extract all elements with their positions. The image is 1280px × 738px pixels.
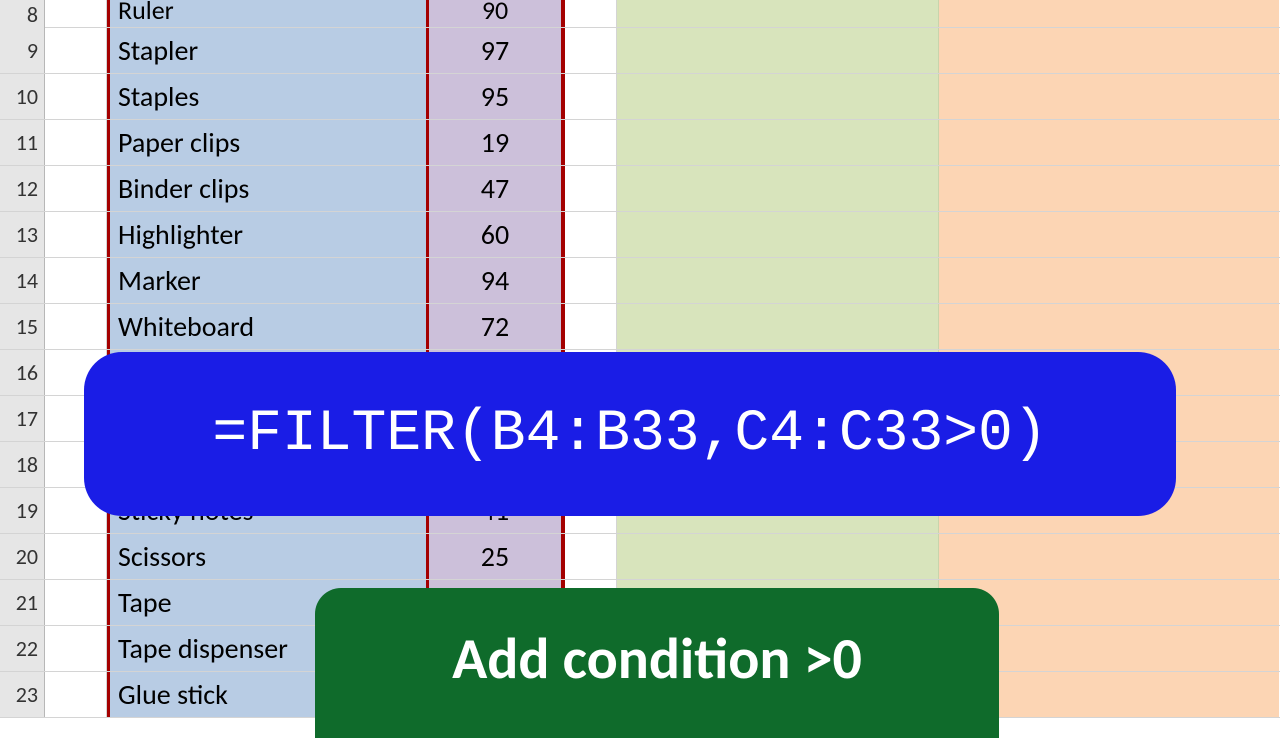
cell-col-a[interactable] xyxy=(45,580,107,625)
cell-col-f[interactable] xyxy=(939,166,1279,211)
cell-item[interactable]: Stapler xyxy=(107,28,429,73)
row-header[interactable]: 9 xyxy=(0,28,45,73)
cell-col-e[interactable] xyxy=(617,28,939,73)
cell-col-e[interactable] xyxy=(617,534,939,579)
cell-col-e[interactable] xyxy=(617,304,939,349)
row-header[interactable]: 20 xyxy=(0,534,45,579)
cell-col-d[interactable] xyxy=(565,212,617,257)
table-row[interactable]: 14 Marker94 xyxy=(0,258,1280,304)
table-row[interactable]: 9 Stapler97 xyxy=(0,28,1280,74)
row-header[interactable]: 17 xyxy=(0,396,45,441)
cell-col-d[interactable] xyxy=(565,0,617,27)
cell-qty[interactable]: 95 xyxy=(429,74,565,119)
cell-col-f[interactable] xyxy=(939,534,1279,579)
cell-item[interactable]: Whiteboard xyxy=(107,304,429,349)
table-row[interactable]: 15 Whiteboard72 xyxy=(0,304,1280,350)
cell-col-e[interactable] xyxy=(617,120,939,165)
cell-qty[interactable]: 60 xyxy=(429,212,565,257)
formula-overlay: =FILTER(B4:B33,C4:C33>0) xyxy=(84,352,1176,516)
cell-col-e[interactable] xyxy=(617,258,939,303)
row-header[interactable]: 13 xyxy=(0,212,45,257)
cell-item[interactable]: Marker xyxy=(107,258,429,303)
tip-overlay: Add condition >0 xyxy=(315,588,999,738)
cell-col-d[interactable] xyxy=(565,304,617,349)
cell-col-e[interactable] xyxy=(617,166,939,211)
cell-qty[interactable]: 94 xyxy=(429,258,565,303)
cell-col-d[interactable] xyxy=(565,534,617,579)
row-header[interactable]: 22 xyxy=(0,626,45,671)
row-header[interactable]: 18 xyxy=(0,442,45,487)
cell-col-e[interactable] xyxy=(617,74,939,119)
cell-col-a[interactable] xyxy=(45,28,107,73)
cell-item[interactable]: Paper clips xyxy=(107,120,429,165)
row-header[interactable]: 23 xyxy=(0,672,45,717)
row-header[interactable]: 12 xyxy=(0,166,45,211)
cell-qty[interactable]: 72 xyxy=(429,304,565,349)
cell-qty[interactable]: 47 xyxy=(429,166,565,211)
row-header[interactable]: 19 xyxy=(0,488,45,533)
table-row[interactable]: 8 Ruler90 xyxy=(0,0,1280,28)
row-header[interactable]: 11 xyxy=(0,120,45,165)
cell-col-f[interactable] xyxy=(939,74,1279,119)
cell-col-a[interactable] xyxy=(45,0,107,27)
cell-col-f[interactable] xyxy=(939,258,1279,303)
cell-item[interactable]: Binder clips xyxy=(107,166,429,211)
cell-item[interactable]: Staples xyxy=(107,74,429,119)
cell-col-d[interactable] xyxy=(565,120,617,165)
table-row[interactable]: 11 Paper clips19 xyxy=(0,120,1280,166)
cell-item[interactable]: Highlighter xyxy=(107,212,429,257)
cell-col-e[interactable] xyxy=(617,212,939,257)
table-row[interactable]: 12 Binder clips47 xyxy=(0,166,1280,212)
cell-col-f[interactable] xyxy=(939,120,1279,165)
cell-col-a[interactable] xyxy=(45,166,107,211)
cell-qty[interactable]: 19 xyxy=(429,120,565,165)
row-header[interactable]: 14 xyxy=(0,258,45,303)
cell-qty[interactable]: 90 xyxy=(429,0,565,27)
cell-col-a[interactable] xyxy=(45,534,107,579)
row-header[interactable]: 10 xyxy=(0,74,45,119)
cell-col-d[interactable] xyxy=(565,74,617,119)
tip-text: Add condition >0 xyxy=(452,623,862,694)
cell-col-d[interactable] xyxy=(565,166,617,211)
cell-col-a[interactable] xyxy=(45,212,107,257)
cell-qty[interactable]: 97 xyxy=(429,28,565,73)
cell-col-d[interactable] xyxy=(565,258,617,303)
cell-col-a[interactable] xyxy=(45,120,107,165)
cell-col-d[interactable] xyxy=(565,28,617,73)
table-row[interactable]: 20 Scissors25 xyxy=(0,534,1280,580)
cell-qty[interactable]: 25 xyxy=(429,534,565,579)
cell-col-f[interactable] xyxy=(939,28,1279,73)
cell-col-a[interactable] xyxy=(45,672,107,717)
cell-col-f[interactable] xyxy=(939,0,1279,27)
cell-col-a[interactable] xyxy=(45,258,107,303)
row-header[interactable]: 21 xyxy=(0,580,45,625)
cell-col-a[interactable] xyxy=(45,304,107,349)
cell-item[interactable]: Scissors xyxy=(107,534,429,579)
row-header[interactable]: 8 xyxy=(0,0,45,28)
cell-col-a[interactable] xyxy=(45,626,107,671)
cell-col-f[interactable] xyxy=(939,304,1279,349)
table-row[interactable]: 10 Staples95 xyxy=(0,74,1280,120)
cell-col-e[interactable] xyxy=(617,0,939,27)
table-row[interactable]: 13 Highlighter60 xyxy=(0,212,1280,258)
cell-col-f[interactable] xyxy=(939,212,1279,257)
row-header[interactable]: 16 xyxy=(0,350,45,395)
cell-item[interactable]: Ruler xyxy=(107,0,429,27)
formula-text: =FILTER(B4:B33,C4:C33>0) xyxy=(212,402,1047,467)
row-header[interactable]: 15 xyxy=(0,304,45,349)
cell-col-a[interactable] xyxy=(45,74,107,119)
